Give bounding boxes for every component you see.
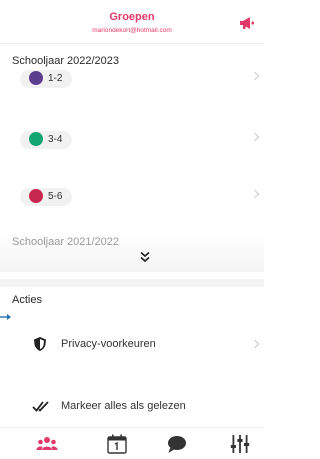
group-color-dot — [29, 132, 43, 146]
calendar-icon[interactable] — [106, 434, 128, 454]
chevron-right-icon — [250, 132, 260, 142]
actions-title: Acties — [12, 294, 42, 306]
chevron-right-icon — [250, 189, 260, 199]
pointer-arrow-icon — [0, 314, 11, 320]
double-chevron-down-icon[interactable] — [139, 251, 151, 263]
page-title: Groepen — [109, 11, 155, 23]
group-row-3-4[interactable]: 3-4 — [0, 123, 264, 155]
settings-sliders-icon[interactable] — [229, 434, 251, 454]
app-header: Groepen mariondekort@hotmail.com — [0, 0, 264, 44]
account-email: mariondekort@hotmail.com — [92, 27, 172, 34]
shield-icon — [34, 337, 46, 351]
group-color-dot — [29, 71, 43, 85]
group-label: 1-2 — [20, 70, 73, 88]
action-label: Markeer alles als gelezen — [61, 400, 186, 412]
section-title-2021-2022: Schooljaar 2021/2022 — [12, 236, 120, 248]
group-label: 5-6 — [20, 188, 73, 206]
bottom-tab-bar — [0, 427, 264, 459]
privacy-preferences-row[interactable]: Privacy-voorkeuren — [0, 327, 264, 363]
group-label: 3-4 — [20, 131, 73, 149]
chevron-right-icon — [250, 71, 260, 81]
megaphone-icon[interactable] — [239, 16, 255, 30]
action-label: Privacy-voorkeuren — [61, 338, 156, 350]
chat-icon[interactable] — [166, 434, 188, 454]
mark-all-read-row[interactable]: Markeer alles als gelezen — [0, 389, 264, 425]
group-color-dot — [29, 189, 43, 203]
chevron-right-icon — [250, 339, 260, 349]
double-check-icon — [32, 401, 49, 412]
group-row-5-6[interactable]: 5-6 — [0, 180, 264, 212]
groups-icon[interactable] — [36, 434, 58, 454]
section-divider — [0, 279, 264, 287]
group-row-1-2[interactable]: 1-2 — [0, 62, 264, 94]
